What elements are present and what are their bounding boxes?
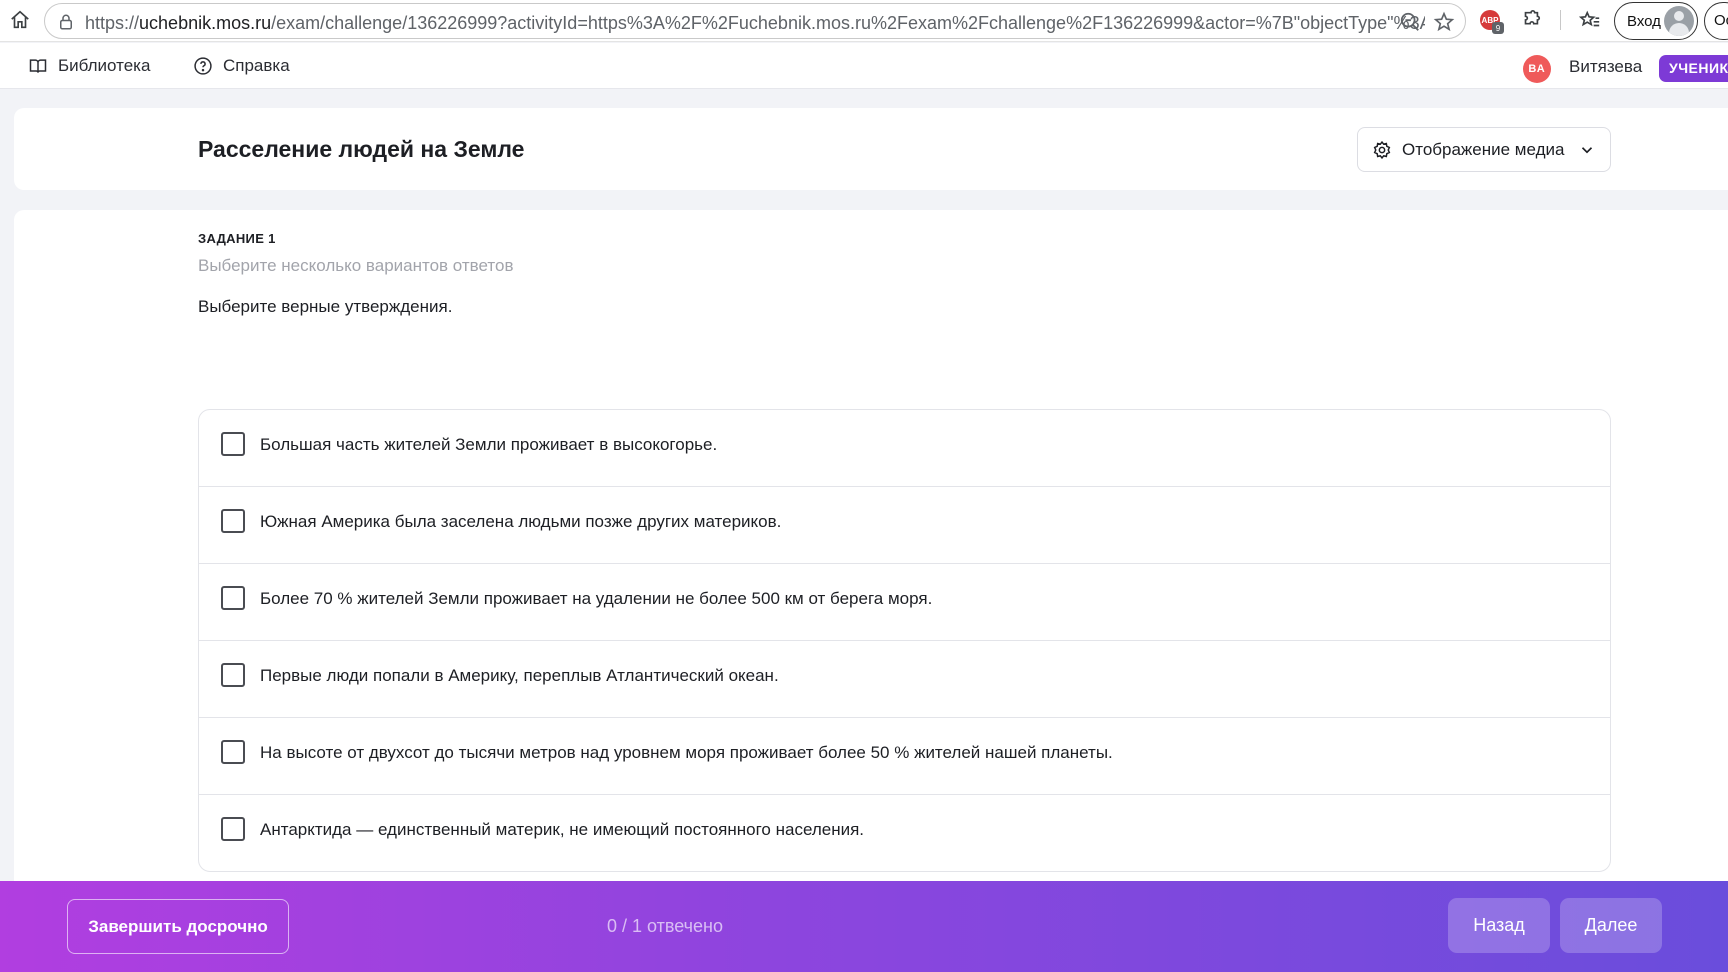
extensions-puzzle-icon[interactable]: [1520, 9, 1542, 31]
favorites-icon[interactable]: [1579, 9, 1601, 31]
toolbar-divider: [1560, 10, 1561, 30]
option-label[interactable]: На высоте от двухсот до тысячи метров на…: [260, 743, 1113, 763]
url-prefix: https://: [85, 13, 140, 33]
site-top-nav: Библиотека Справка ВА Витязева УЧЕНИК: [0, 43, 1728, 89]
media-display-label: Отображение медиа: [1402, 139, 1565, 159]
home-icon[interactable]: [8, 8, 32, 32]
back-button[interactable]: Назад: [1448, 898, 1550, 953]
profile-avatar-icon: [1664, 6, 1694, 36]
address-bar[interactable]: https://uchebnik.mos.ru/exam/challenge/1…: [44, 3, 1466, 39]
url-path: /exam/challenge/136226999?activityId=htt…: [271, 13, 1425, 33]
book-icon: [29, 59, 47, 73]
lesson-header: Расселение людей на Земле Отображение ме…: [14, 108, 1728, 190]
extra-toolbar-button[interactable]: Ос: [1704, 2, 1728, 40]
adblock-badge-count: 9: [1492, 22, 1504, 34]
answer-option[interactable]: Большая часть жителей Земли проживает в …: [199, 410, 1610, 487]
option-checkbox[interactable]: [221, 432, 245, 456]
answered-progress: 0 / 1 отвечено: [607, 916, 723, 936]
option-checkbox[interactable]: [221, 740, 245, 764]
extra-toolbar-label: Ос: [1714, 12, 1728, 29]
task-card: ЗАДАНИЕ 1 Выберите несколько вариантов о…: [14, 210, 1728, 910]
option-label[interactable]: Первые люди попали в Америку, переплыв А…: [260, 666, 779, 686]
task-question: Выберите верные утверждения.: [198, 297, 453, 316]
user-avatar[interactable]: ВА: [1523, 55, 1551, 83]
answer-options-list: Большая часть жителей Земли проживает в …: [198, 409, 1611, 872]
option-checkbox[interactable]: [221, 817, 245, 841]
option-checkbox[interactable]: [221, 509, 245, 533]
next-button[interactable]: Далее: [1560, 898, 1662, 953]
url-host: uchebnik.mos.ru: [139, 13, 272, 33]
answer-option[interactable]: Первые люди попали в Америку, переплыв А…: [199, 641, 1610, 718]
site-info-icon[interactable]: [57, 13, 75, 36]
bookmark-star-icon[interactable]: [1433, 11, 1455, 33]
answer-option[interactable]: Южная Америка была заселена людьми позже…: [199, 487, 1610, 564]
login-button[interactable]: Вход: [1614, 2, 1698, 40]
login-label: Вход: [1627, 12, 1661, 30]
answer-option[interactable]: Антарктида — единственный материк, не им…: [199, 795, 1610, 871]
chevron-down-icon: [1581, 147, 1593, 154]
answer-option[interactable]: На высоте от двухсот до тысячи метров на…: [199, 718, 1610, 795]
question-circle-icon: [194, 57, 212, 75]
option-checkbox[interactable]: [221, 663, 245, 687]
nav-help-label: Справка: [223, 56, 290, 75]
answer-option[interactable]: Более 70 % жителей Земли проживает на уд…: [199, 564, 1610, 641]
gear-icon: [1373, 140, 1391, 159]
page-title: Расселение людей на Земле: [198, 136, 525, 162]
nav-library-label: Библиотека: [58, 56, 151, 75]
option-label[interactable]: Южная Америка была заселена людьми позже…: [260, 512, 781, 532]
browser-toolbar: https://uchebnik.mos.ru/exam/challenge/1…: [0, 0, 1728, 42]
adblock-extension-icon[interactable]: ABP 9: [1478, 8, 1504, 34]
option-label[interactable]: Более 70 % жителей Земли проживает на уд…: [260, 589, 932, 609]
task-hint: Выберите несколько вариантов ответов: [198, 256, 514, 275]
option-checkbox[interactable]: [221, 586, 245, 610]
media-display-dropdown[interactable]: Отображение медиа: [1357, 127, 1611, 172]
option-label[interactable]: Большая часть жителей Земли проживает в …: [260, 435, 717, 455]
task-number: ЗАДАНИЕ 1: [198, 231, 276, 246]
zoom-icon[interactable]: [1399, 11, 1421, 33]
option-label[interactable]: Антарктида — единственный материк, не им…: [260, 820, 864, 840]
nav-help[interactable]: Справка: [193, 56, 290, 76]
nav-library[interactable]: Библиотека: [28, 56, 150, 76]
bottom-action-bar: Завершить досрочно 0 / 1 отвечено Назад …: [0, 881, 1728, 972]
finish-early-button[interactable]: Завершить досрочно: [67, 899, 289, 954]
url-text[interactable]: https://uchebnik.mos.ru/exam/challenge/1…: [85, 13, 1425, 34]
role-badge: УЧЕНИК: [1659, 55, 1728, 82]
user-name[interactable]: Витязева: [1569, 57, 1642, 77]
